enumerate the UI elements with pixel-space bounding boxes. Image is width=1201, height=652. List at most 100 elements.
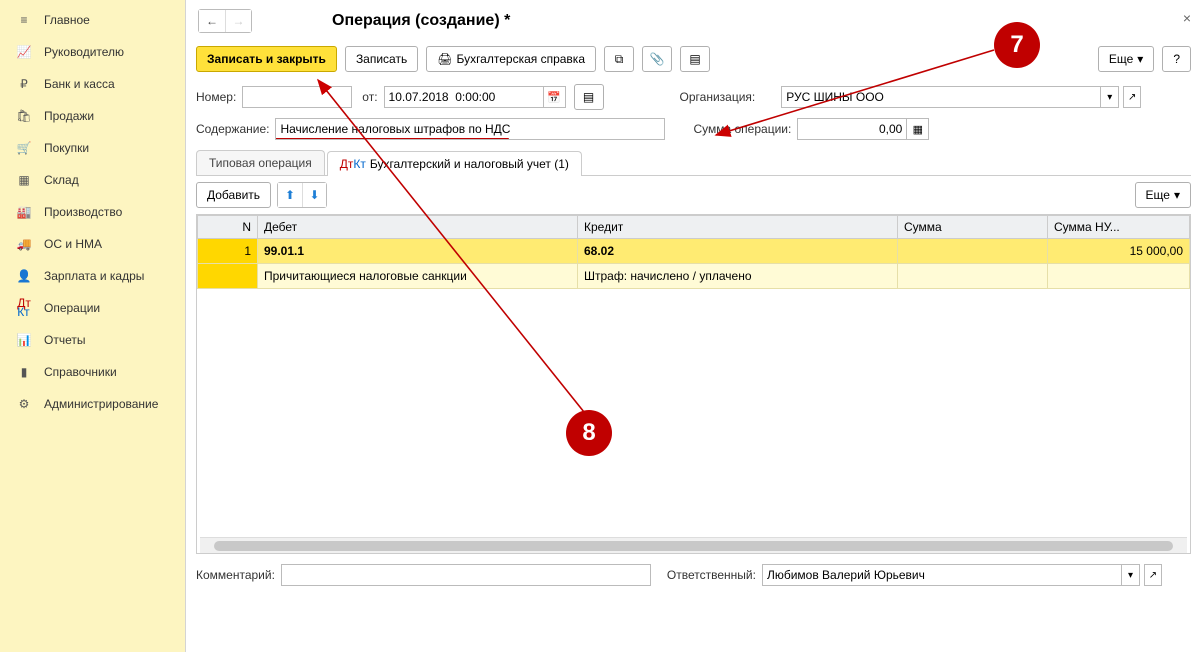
- sidebar-item-os[interactable]: 🚚 ОС и НМА: [0, 228, 185, 260]
- bag-icon: 🛍: [14, 108, 34, 124]
- sidebar-item-label: Главное: [44, 13, 90, 27]
- sidebar-item-sales[interactable]: 🛍 Продажи: [0, 100, 185, 132]
- more-button[interactable]: Еще ▾: [1098, 46, 1154, 72]
- page-title: Операция (создание) *: [332, 12, 510, 30]
- sidebar-item-salary[interactable]: 👤Зарплата и кадры: [0, 260, 185, 292]
- col-sum[interactable]: Сумма: [898, 216, 1048, 239]
- responsible-input[interactable]: [762, 564, 1122, 586]
- sidebar-item-main[interactable]: ≡ Главное: [0, 4, 185, 36]
- tab-typical[interactable]: Типовая операция: [196, 150, 325, 175]
- bars-icon: 📊: [14, 332, 34, 348]
- add-button[interactable]: Добавить: [196, 182, 271, 208]
- sidebar-item-refs[interactable]: ▮ Справочники: [0, 356, 185, 388]
- content-input[interactable]: [275, 118, 665, 140]
- close-icon[interactable]: ×: [1183, 10, 1191, 26]
- main-area: × ← → Операция (создание) * Записать и з…: [186, 0, 1201, 652]
- horizontal-scrollbar[interactable]: [200, 537, 1187, 553]
- sum-input[interactable]: [797, 118, 907, 140]
- sidebar-item-label: ОС и НМА: [44, 237, 102, 251]
- sidebar-item-label: Банк и касса: [44, 77, 115, 91]
- date-extra-button[interactable]: ▤: [574, 84, 604, 110]
- save-button[interactable]: Записать: [345, 46, 418, 72]
- sidebar-item-label: Отчеты: [44, 333, 85, 347]
- ruble-icon: ₽: [14, 76, 34, 92]
- forward-button[interactable]: →: [225, 10, 251, 32]
- help-button[interactable]: ?: [1162, 46, 1191, 72]
- comment-input[interactable]: [281, 564, 651, 586]
- sidebar: ≡ Главное 📈 Руководителю ₽ Банк и касса 🛍 Пр…: [0, 0, 186, 652]
- callout-7: 7: [994, 22, 1040, 68]
- factory-icon: 🏭: [14, 204, 34, 220]
- chevron-down-icon: ▾: [1137, 52, 1143, 66]
- cell-sumnu[interactable]: 15 000,00: [1048, 239, 1190, 264]
- move-down-button[interactable]: ⬇: [302, 183, 326, 207]
- chevron-down-icon: ▾: [1174, 188, 1180, 202]
- cell-debit[interactable]: 99.01.1: [258, 239, 578, 264]
- sidebar-item-label: Операции: [44, 301, 100, 315]
- sidebar-item-label: Зарплата и кадры: [44, 269, 144, 283]
- dtkt-icon: ДтКт: [340, 160, 366, 169]
- cell-sum[interactable]: [898, 239, 1048, 264]
- cell-credit[interactable]: 68.02: [578, 239, 898, 264]
- org-input[interactable]: [781, 86, 1101, 108]
- register-button[interactable]: ▤: [680, 46, 710, 72]
- from-label: от:: [362, 90, 377, 104]
- accounting-ref-button[interactable]: 🖨Бухгалтерская справка: [426, 46, 596, 72]
- menu-icon: ≡: [14, 12, 34, 28]
- table-row[interactable]: 1 99.01.1 68.02 15 000,00: [198, 239, 1190, 264]
- sidebar-item-label: Справочники: [44, 365, 117, 379]
- sidebar-item-label: Руководителю: [44, 45, 124, 59]
- cell-credit-desc[interactable]: Штраф: начислено / уплачено: [578, 264, 898, 289]
- nav-back-forward: ← →: [198, 9, 252, 33]
- number-label: Номер:: [196, 90, 236, 104]
- back-button[interactable]: ←: [199, 10, 225, 32]
- resp-dropdown-button[interactable]: ▾: [1122, 564, 1140, 586]
- col-debit[interactable]: Дебет: [258, 216, 578, 239]
- chart-icon: 📈: [14, 44, 34, 60]
- cart-icon: 🛒: [14, 140, 34, 156]
- comment-label: Комментарий:: [196, 568, 275, 582]
- sidebar-item-label: Продажи: [44, 109, 94, 123]
- sidebar-item-production[interactable]: 🏭 Производство: [0, 196, 185, 228]
- org-open-button[interactable]: ↗: [1123, 86, 1141, 108]
- sidebar-item-stock[interactable]: ▦ Склад: [0, 164, 185, 196]
- date-input[interactable]: [384, 86, 544, 108]
- tab-more-button[interactable]: Еще ▾: [1135, 182, 1191, 208]
- copy-button[interactable]: ⧉: [604, 46, 634, 72]
- truck-icon: 🚚: [14, 236, 34, 252]
- sidebar-item-admin[interactable]: ⚙Администрирование: [0, 388, 185, 420]
- print-icon: 🖨: [437, 52, 452, 66]
- responsible-label: Ответственный:: [667, 568, 756, 582]
- col-credit[interactable]: Кредит: [578, 216, 898, 239]
- warehouse-icon: ▦: [14, 172, 34, 188]
- cell-sumnu[interactable]: [1048, 264, 1190, 289]
- number-input[interactable]: [242, 86, 352, 108]
- col-n[interactable]: N: [198, 216, 258, 239]
- save-close-button[interactable]: Записать и закрыть: [196, 46, 337, 72]
- move-up-button[interactable]: ⬆: [278, 183, 302, 207]
- sidebar-item-label: Администрирование: [44, 397, 158, 411]
- sidebar-item-operations[interactable]: ДтКт Операции: [0, 292, 185, 324]
- org-label: Организация:: [680, 90, 756, 104]
- sidebar-item-reports[interactable]: 📊 Отчеты: [0, 324, 185, 356]
- cell-debit-desc[interactable]: Причитающиеся налоговые санкции: [258, 264, 578, 289]
- attach-button[interactable]: 📎: [642, 46, 672, 72]
- calendar-button[interactable]: 📅: [544, 86, 566, 108]
- tab-accounting[interactable]: ДтКтБухгалтерский и налоговый учет (1): [327, 151, 582, 176]
- sum-label: Сумма операции:: [693, 122, 791, 136]
- sidebar-item-manager[interactable]: 📈 Руководителю: [0, 36, 185, 68]
- cell-n[interactable]: [198, 264, 258, 289]
- cell-sum[interactable]: [898, 264, 1048, 289]
- table-row[interactable]: Причитающиеся налоговые санкции Штраф: н…: [198, 264, 1190, 289]
- org-dropdown-button[interactable]: ▾: [1101, 86, 1119, 108]
- resp-open-button[interactable]: ↗: [1144, 564, 1162, 586]
- calc-button[interactable]: ▦: [907, 118, 929, 140]
- dtkt-icon: ДтКт: [14, 300, 34, 316]
- cell-n[interactable]: 1: [198, 239, 258, 264]
- sidebar-item-purchases[interactable]: 🛒Покупки: [0, 132, 185, 164]
- sidebar-item-bank[interactable]: ₽ Банк и касса: [0, 68, 185, 100]
- sidebar-item-label: Склад: [44, 173, 79, 187]
- sidebar-item-label: Производство: [44, 205, 122, 219]
- book-icon: ▮: [14, 364, 34, 380]
- col-sumnu[interactable]: Сумма НУ...: [1048, 216, 1190, 239]
